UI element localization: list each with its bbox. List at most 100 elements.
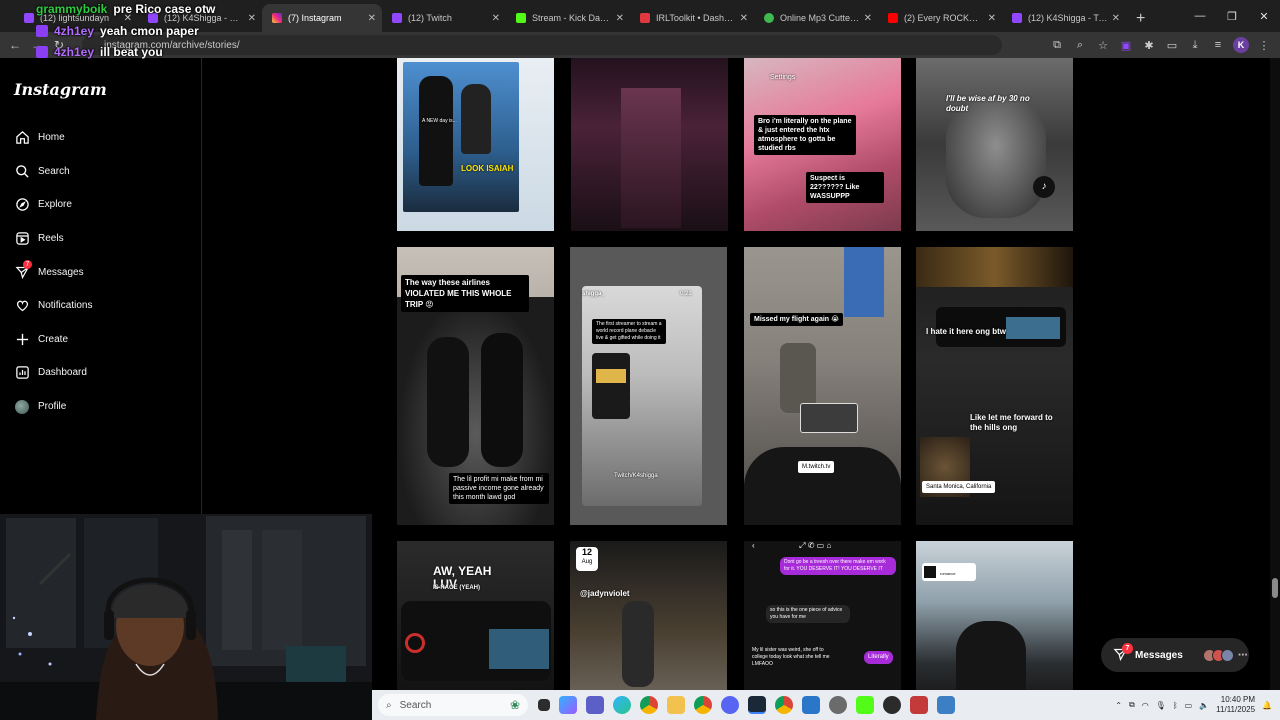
browser-tab-4[interactable]: (12) Twitch ✕ [382, 4, 506, 32]
maximize-icon[interactable]: ❐ [1216, 10, 1248, 23]
close-icon[interactable]: ✕ [864, 13, 872, 24]
menu-dots-icon[interactable]: ⋮ [1256, 37, 1272, 53]
sidebar-icon[interactable]: ▭ [1164, 37, 1180, 53]
story-thumbnail[interactable]: Missed my flight again 😭 M.twitch.tv [744, 247, 901, 525]
sidebar-item-create[interactable]: Create [14, 323, 201, 357]
minimize-icon[interactable]: — [1184, 10, 1216, 22]
messages-floating-button[interactable]: 7 Messages ⋯ [1101, 638, 1249, 672]
story-thumbnail[interactable]: romance [916, 541, 1073, 694]
story-thumbnail[interactable]: Settings Bro i'm literally on the plane … [744, 58, 901, 231]
obs-icon[interactable] [883, 696, 901, 714]
story-thumbnail[interactable]: The way these airlines VIOLATED ME THIS … [397, 247, 554, 525]
chat-message: 4zh1ey yeah cmon paper [36, 24, 215, 38]
close-icon[interactable]: ✕ [248, 13, 256, 24]
copilot-icon[interactable] [559, 696, 577, 714]
clock-time: 10:40 PM [1220, 695, 1256, 704]
extensions-icon[interactable]: ✱ [1141, 37, 1157, 53]
sidebar-item-home[interactable]: Home [14, 121, 201, 155]
browser-tab-instagram[interactable]: (7) Instagram ✕ [262, 4, 382, 32]
microphone-icon[interactable]: 🎙 [1156, 701, 1166, 710]
page-scrollbar[interactable] [1270, 58, 1280, 690]
story-caption: LOOK ISAIAH [461, 164, 514, 173]
taskbar-clock[interactable]: 10:40 PM 11/11/2025 [1216, 695, 1255, 715]
photo-content [419, 76, 453, 186]
sidebar-item-messages[interactable]: 7 Messages [14, 255, 201, 289]
sidebar-item-dashboard[interactable]: Dashboard [14, 356, 201, 390]
story-caption: The first streamer to stream a world rec… [592, 319, 666, 344]
extension-twitch-icon[interactable]: ▣ [1118, 37, 1134, 53]
chrome-profile-icon[interactable] [694, 696, 712, 714]
display-icon[interactable]: ▭ [1185, 701, 1193, 710]
browser-tab-7[interactable]: Online Mp3 Cutter - A ✕ [754, 4, 878, 32]
discord-icon[interactable] [721, 696, 739, 714]
close-icon[interactable]: ✕ [1112, 13, 1120, 24]
twitch-favicon-icon [392, 13, 402, 23]
close-icon[interactable]: ✕ [492, 13, 500, 24]
close-icon[interactable]: ✕ [616, 13, 624, 24]
story-caption: IS RAGE (YEAH) [433, 585, 481, 591]
story-caption: Twitch/K4shigga [614, 473, 658, 479]
wifi-icon[interactable]: ◠ [1142, 701, 1149, 710]
browser-tab-6[interactable]: IRLToolkit • Dashboar ✕ [630, 4, 754, 32]
app-icon[interactable] [910, 696, 928, 714]
browser-tab-5[interactable]: Stream - Kick Dashbo ✕ [506, 4, 630, 32]
network-icon[interactable]: ⧉ [1129, 700, 1135, 710]
close-icon[interactable]: ✕ [740, 13, 748, 24]
instagram-logo[interactable]: Instagram [14, 80, 201, 99]
task-view-icon[interactable] [538, 699, 550, 711]
teams-icon[interactable] [586, 696, 604, 714]
downloads-icon[interactable]: ⤓ [1187, 37, 1203, 53]
file-explorer-icon[interactable] [667, 696, 685, 714]
close-icon[interactable]: ✕ [988, 13, 996, 24]
instagram-favicon-icon [272, 13, 282, 23]
photo-content [621, 88, 681, 228]
browser-tab-8[interactable]: (2) Every ROCKY Train ✕ [878, 4, 1002, 32]
install-app-icon[interactable]: ⧉ [1049, 37, 1065, 53]
sidebar-item-profile[interactable]: Profile [14, 390, 201, 424]
zoom-icon[interactable]: ⌕ [1072, 37, 1088, 53]
story-thumbnail[interactable]: shigga_ 0:21 The first streamer to strea… [570, 247, 727, 525]
taskbar-search[interactable]: ⌕ Search ❀ [378, 694, 528, 716]
address-bar[interactable]: instagram.com/archive/stories/ [82, 35, 1002, 55]
bookmark-star-icon[interactable]: ☆ [1095, 37, 1111, 53]
media-controls-icon[interactable]: ≡ [1210, 37, 1226, 53]
sidebar-item-notifications[interactable]: Notifications [14, 289, 201, 323]
chat-text: yeah cmon paper [100, 24, 199, 38]
edge-icon[interactable] [613, 696, 631, 714]
story-thumbnail[interactable]: ‹ ⤢ ✆ ▭ ⌂ Dont go be a treesh over there… [744, 541, 901, 694]
close-icon[interactable]: ✕ [368, 13, 376, 24]
story-thumbnail[interactable]: I hate it here ong btw Like let me forwa… [916, 247, 1073, 525]
notification-bell-icon[interactable]: 🔔 [1262, 701, 1272, 710]
profile-avatar-icon[interactable]: K [1233, 37, 1249, 53]
chrome-icon[interactable] [640, 696, 658, 714]
close-window-icon[interactable]: ✕ [1248, 10, 1280, 23]
photo-content [956, 621, 1026, 694]
settings-icon[interactable] [829, 696, 847, 714]
back-icon[interactable]: ← [4, 38, 26, 52]
heart-icon [14, 298, 30, 314]
steam-icon[interactable] [748, 696, 766, 714]
story-thumbnail[interactable]: LOOK ISAIAH A NEW day is... [397, 58, 554, 231]
chrome-dev-icon[interactable] [775, 696, 793, 714]
story-thumbnail[interactable]: 12 Aug @jadynviolet [570, 541, 727, 694]
location-sticker: Santa Monica, California [922, 481, 996, 493]
story-thumbnail[interactable]: I'll be wise af by 30 no doubt ♪ [916, 58, 1073, 231]
new-tab-button[interactable]: + [1126, 10, 1155, 32]
volume-icon[interactable]: 🔈 [1199, 701, 1209, 710]
mp3-cutter-favicon-icon [764, 13, 774, 23]
scrollbar-thumb[interactable] [1272, 578, 1278, 598]
messages-label: Messages [1135, 649, 1183, 661]
story-thumbnail[interactable] [571, 58, 728, 231]
bluetooth-icon[interactable]: ᛒ [1173, 701, 1178, 710]
chat-text: pre Rico case otw [113, 2, 216, 16]
photo-content [844, 247, 884, 317]
sidebar-item-search[interactable]: Search [14, 155, 201, 189]
sidebar-item-reels[interactable]: Reels [14, 222, 201, 256]
sidebar-item-explore[interactable]: Explore [14, 188, 201, 222]
photos-icon[interactable] [802, 696, 820, 714]
remote-desktop-icon[interactable] [937, 696, 955, 714]
browser-tab-9[interactable]: (12) K4Shigga - Twitc ✕ [1002, 4, 1126, 32]
story-thumbnail[interactable]: AW, YEAH LUV IS RAGE (YEAH) [397, 541, 554, 694]
kick-icon[interactable] [856, 696, 874, 714]
chevron-up-icon[interactable]: ⌃ [1115, 701, 1122, 710]
